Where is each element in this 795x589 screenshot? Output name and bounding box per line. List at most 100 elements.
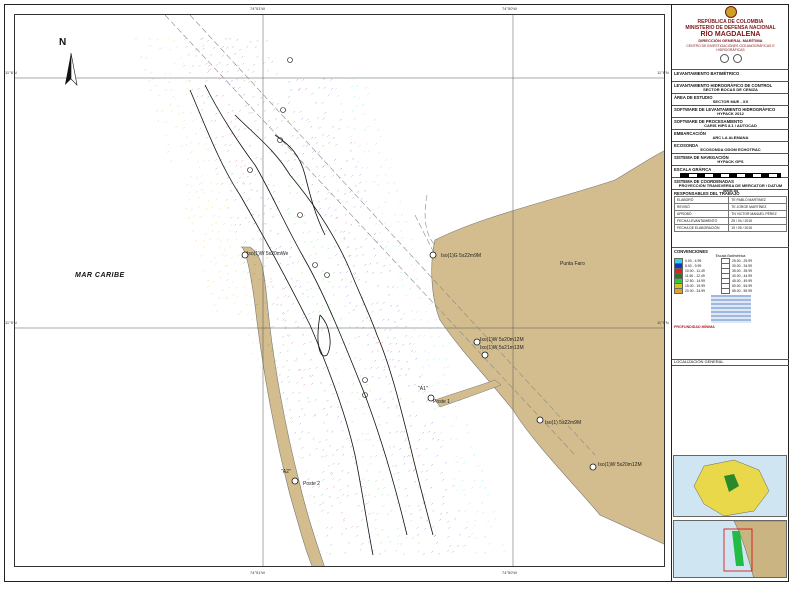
sounding-point: ·ˇ: [200, 254, 203, 258]
responsibles-section: RESPONSABLES DEL TRABAJO ELABORÓ TE PABLO…: [672, 190, 789, 248]
sounding-point: ·ˇ: [403, 463, 406, 467]
sounding-point: ·ˇ: [364, 487, 367, 491]
sounding-point: ·ˇ: [423, 553, 426, 557]
sounding-point: ·ˇ: [340, 317, 343, 321]
sounding-point: ·ˇ: [183, 127, 186, 131]
metadata-row-value: HYPACK GPS: [717, 159, 744, 165]
sounding-point: ·ˇ: [355, 185, 358, 189]
sounding-point: ·ˇ: [288, 81, 291, 85]
sounding-point: ·ˇ: [285, 152, 288, 156]
sounding-point: ·ˇ: [285, 415, 288, 419]
sounding-point: ·ˇ: [338, 199, 341, 203]
sounding-point: ·ˇ: [331, 88, 334, 92]
sounding-point: ·ˇ: [336, 449, 339, 453]
sounding-point: ·ˇ: [442, 502, 445, 506]
sounding-point: ·ˇ: [397, 479, 400, 483]
sounding-point: ·ˇ: [450, 437, 453, 441]
sounding-point: ·ˇ: [403, 431, 406, 435]
sounding-point: ·ˇ: [415, 415, 418, 419]
sounding-point: ·ˇ: [361, 510, 364, 514]
sounding-point: ·ˇ: [394, 214, 397, 218]
sounding-point: ·ˇ: [318, 151, 321, 155]
sounding-point: ·ˇ: [504, 550, 507, 554]
sounding-point: ·ˇ: [356, 255, 359, 259]
sounding-point: ·ˇ: [309, 495, 312, 499]
sounding-point: ·ˇ: [427, 321, 430, 325]
sounding-point: ·ˇ: [302, 334, 305, 338]
sounding-point: ·ˇ: [386, 422, 389, 426]
sounding-point: ·ˇ: [203, 102, 206, 106]
sounding-point: ·ˇ: [346, 160, 349, 164]
sounding-point: ·ˇ: [423, 335, 426, 339]
sounding-point: ·ˇ: [334, 159, 337, 163]
sounding-point: ·ˇ: [423, 494, 426, 498]
sounding-point: ·ˇ: [161, 47, 164, 51]
sounding-point: ·ˇ: [348, 232, 351, 236]
sounding-point: ·ˇ: [323, 87, 326, 91]
depth-legend: 0.00 - 4.99 25.00 - 29.99 5.00 - 9.99 30.00…: [674, 257, 787, 294]
sounding-point: ·ˇ: [372, 512, 375, 516]
sounding-point: ·ˇ: [442, 496, 445, 500]
sounding-point: ·ˇ: [389, 431, 392, 435]
sounding-point: ·ˇ: [192, 65, 195, 69]
sounding-point: ·ˇ: [376, 512, 379, 516]
sounding-point: ·ˇ: [327, 135, 330, 139]
sounding-point: ·ˇ: [348, 542, 351, 546]
sounding-point: ·ˇ: [400, 318, 403, 322]
place-a1: "A1": [418, 386, 428, 392]
sounding-point: ·ˇ: [395, 549, 398, 553]
sounding-point: ·ˇ: [353, 96, 356, 100]
sounding-point: ·ˇ: [359, 359, 362, 363]
sounding-point: ·ˇ: [487, 494, 490, 498]
sounding-point: ·ˇ: [354, 357, 357, 361]
sounding-point: ·ˇ: [280, 400, 283, 404]
sounding-point: ·ˇ: [235, 270, 238, 274]
sounding-point: ·ˇ: [337, 95, 340, 99]
marker-icon: [247, 167, 253, 173]
sounding-point: ·ˇ: [413, 342, 416, 346]
sounding-point: ·ˇ: [291, 447, 294, 451]
sounding-point: ·ˇ: [375, 480, 378, 484]
sounding-point: ·ˇ: [231, 173, 234, 177]
sounding-point: ·ˇ: [454, 518, 457, 522]
sounding-point: ·ˇ: [264, 265, 267, 269]
sounding-point: ·ˇ: [442, 478, 445, 482]
sounding-point: ·ˇ: [341, 469, 344, 473]
sounding-point: ·ˇ: [192, 120, 195, 124]
sounding-point: ·ˇ: [411, 239, 414, 243]
sounding-point: ·ˇ: [336, 351, 339, 355]
sounding-point: ·ˇ: [311, 93, 314, 97]
legend-range: 30.00 - 34.99: [732, 263, 752, 268]
sounding-point: ·ˇ: [436, 455, 439, 459]
sounding-point: ·ˇ: [312, 296, 315, 300]
sounding-point: ·ˇ: [345, 286, 348, 290]
sounding-point: ·ˇ: [316, 534, 319, 538]
bathymetric-map[interactable]: ·ˇ ·ˇ ·ˇ ·ˇ ·ˇ ·ˇ ·ˇ ·ˇ ·ˇ ·ˇ ·ˇ ·ˇ ·ˇ ·ˇ ·ˇ ·ˇ ·ˇ ·ˇ ·ˇ ·ˇ…: [14, 14, 665, 567]
sounding-point: ·ˇ: [167, 144, 170, 148]
sounding-point: ·ˇ: [282, 392, 285, 396]
sounding-point: ·ˇ: [482, 512, 485, 516]
sounding-point: ·ˇ: [408, 505, 411, 509]
sounding-point: ·ˇ: [221, 71, 224, 75]
sounding-point: ·ˇ: [316, 239, 319, 243]
sounding-point: ·ˇ: [410, 513, 413, 517]
sounding-point: ·ˇ: [307, 431, 310, 435]
sounding-point: ·ˇ: [309, 454, 312, 458]
sounding-point: ·ˇ: [350, 280, 353, 284]
sounding-point: ·ˇ: [438, 552, 441, 556]
sounding-point: ·ˇ: [329, 445, 332, 449]
sounding-point: ·ˇ: [385, 246, 388, 250]
sounding-point: ·ˇ: [399, 448, 402, 452]
sounding-point: ·ˇ: [457, 545, 460, 549]
sounding-point: ·ˇ: [350, 142, 353, 146]
sounding-point: ·ˇ: [210, 182, 213, 186]
sounding-point: ·ˇ: [367, 343, 370, 347]
sounding-point: ·ˇ: [211, 223, 214, 227]
sounding-point: ·ˇ: [321, 509, 324, 513]
sounding-point: ·ˇ: [215, 113, 218, 117]
sounding-point: ·ˇ: [387, 319, 390, 323]
sounding-point: ·ˇ: [314, 501, 317, 505]
legend-range: 15.00 - 19.99: [685, 283, 705, 288]
sounding-point: ·ˇ: [310, 359, 313, 363]
sounding-point: ·ˇ: [237, 217, 240, 221]
